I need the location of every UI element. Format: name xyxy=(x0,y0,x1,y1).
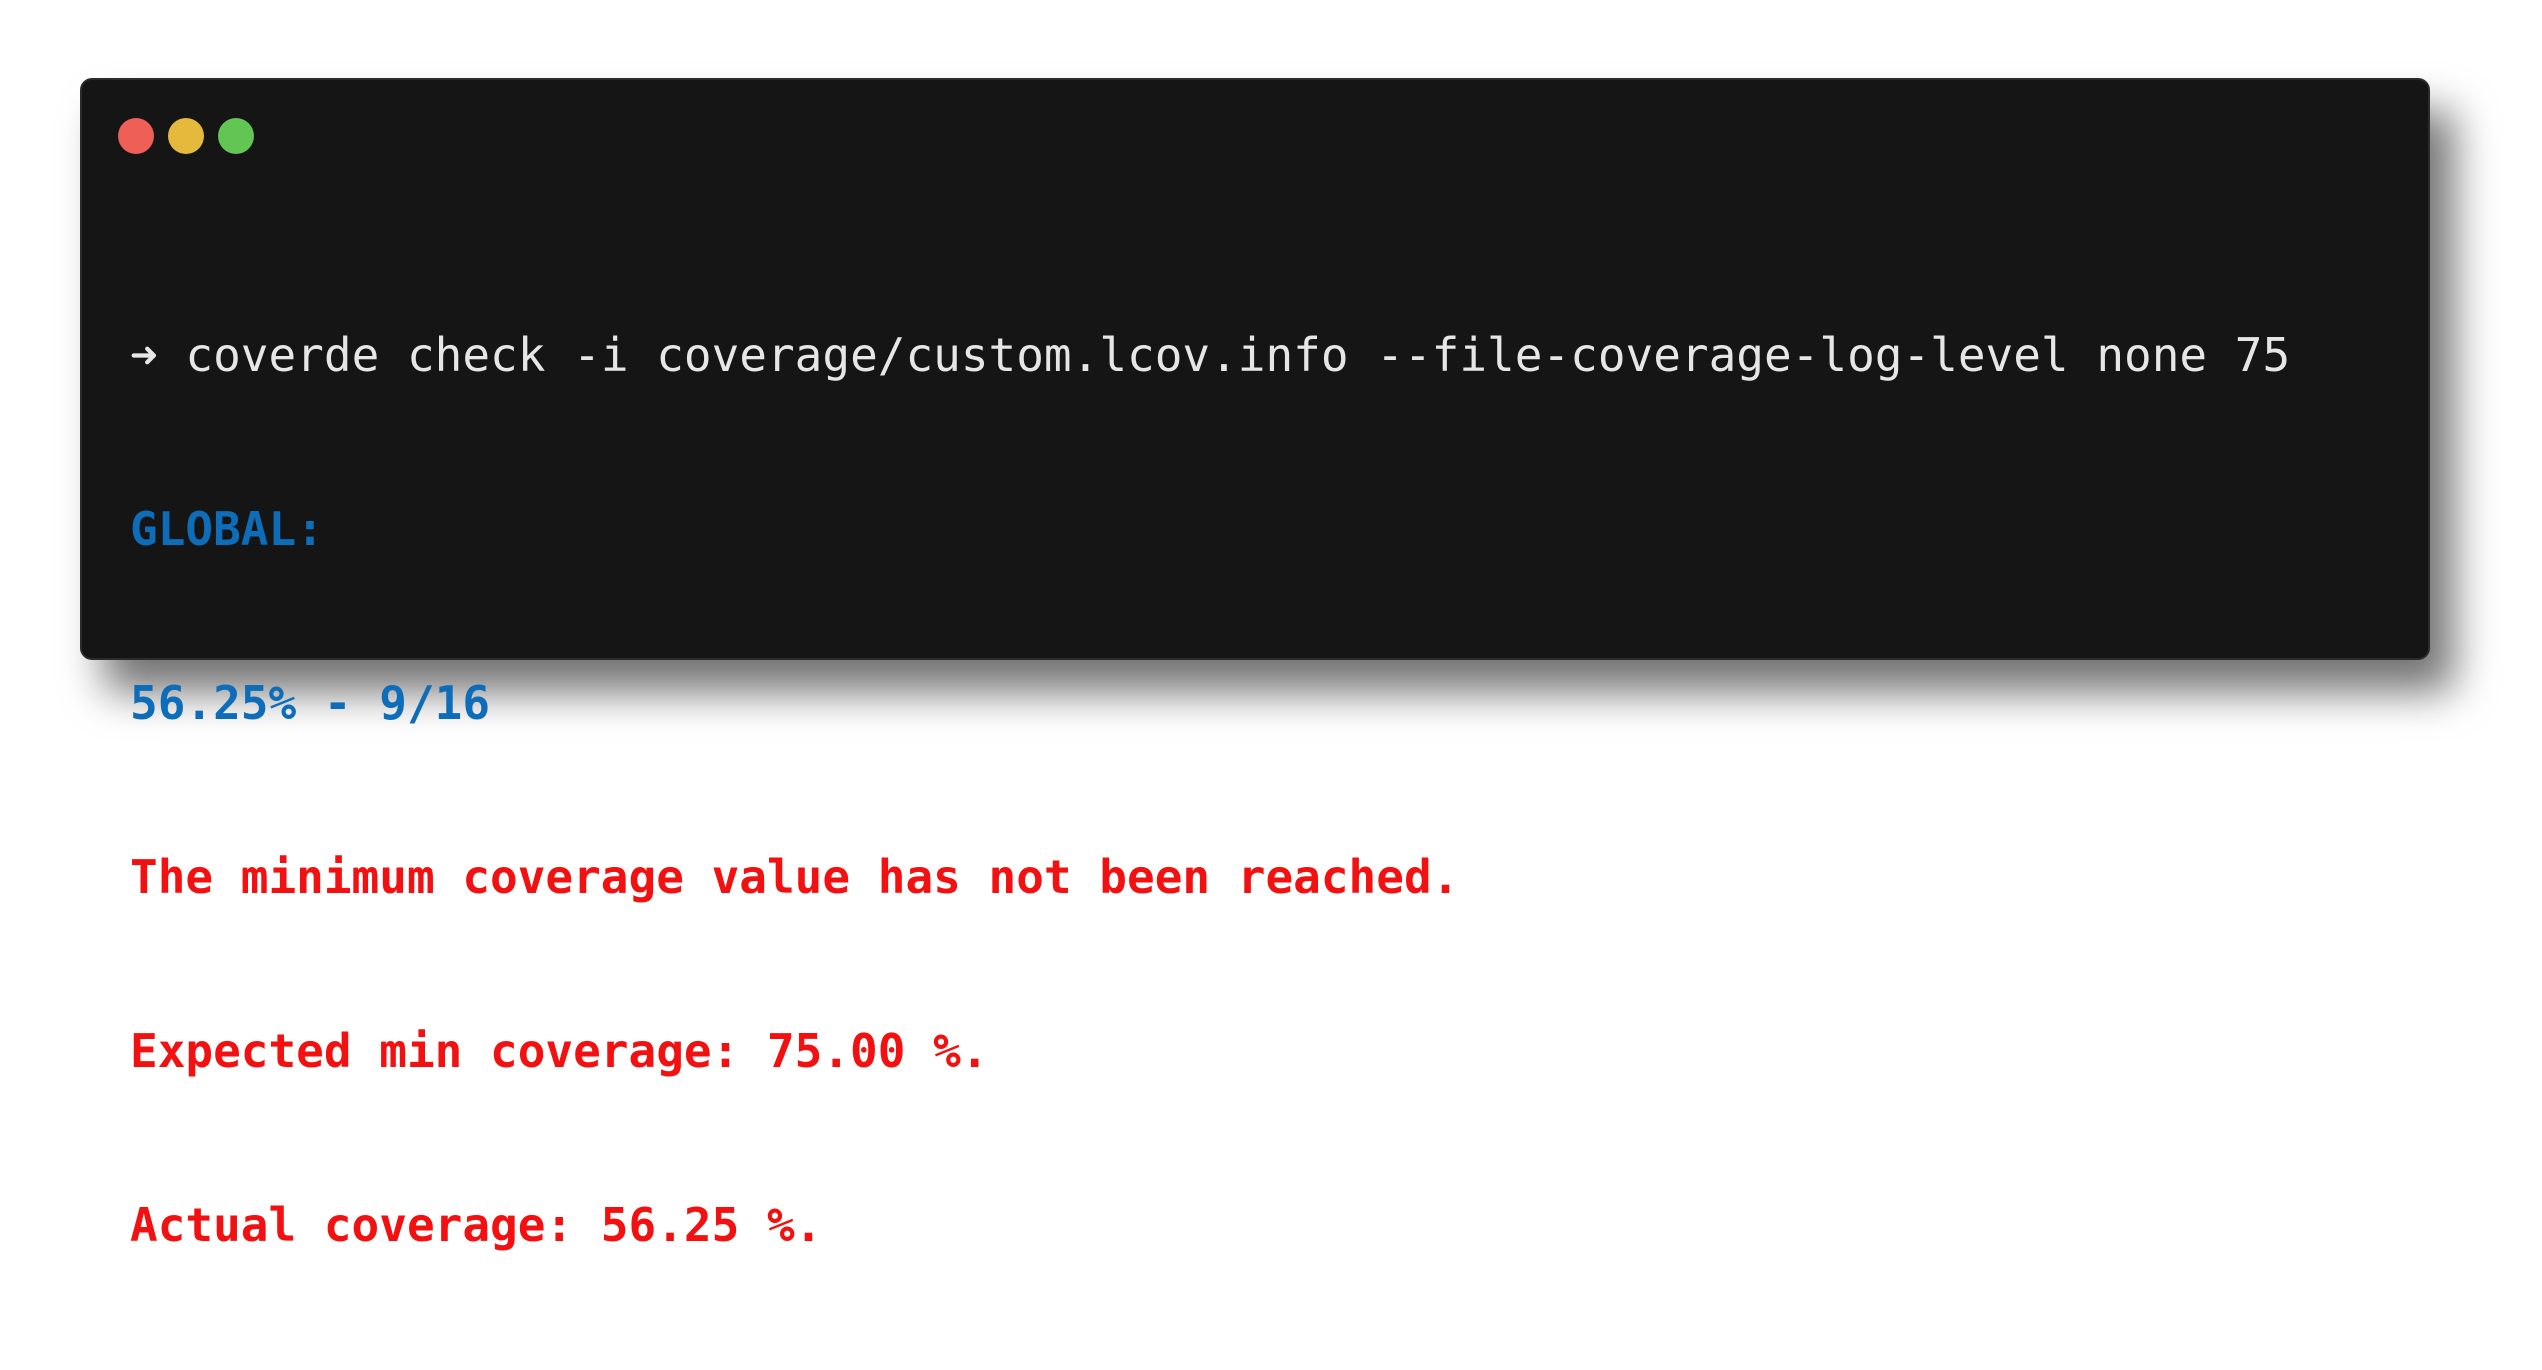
actual-coverage-line: Actual coverage: 56.25 %. xyxy=(130,1198,823,1252)
command-line: ➜ coverde check -i coverage/custom.lcov.… xyxy=(130,326,2388,384)
global-coverage-value: 56.25% - 9/16 xyxy=(130,676,491,730)
expected-coverage-line: Expected min coverage: 75.00 %. xyxy=(130,1024,989,1078)
global-label: GLOBAL: xyxy=(130,502,324,556)
terminal-output[interactable]: ➜ coverde check -i coverage/custom.lcov.… xyxy=(130,210,2388,1370)
terminal-window: ➜ coverde check -i coverage/custom.lcov.… xyxy=(80,78,2430,1252)
prompt-arrow-icon: ➜ xyxy=(130,328,158,382)
close-button[interactable] xyxy=(118,118,154,154)
window-controls xyxy=(118,118,254,154)
maximize-button[interactable] xyxy=(218,118,254,154)
error-message: The minimum coverage value has not been … xyxy=(130,850,1460,904)
minimize-button[interactable] xyxy=(168,118,204,154)
command-text: coverde check -i coverage/custom.lcov.in… xyxy=(185,328,2291,382)
